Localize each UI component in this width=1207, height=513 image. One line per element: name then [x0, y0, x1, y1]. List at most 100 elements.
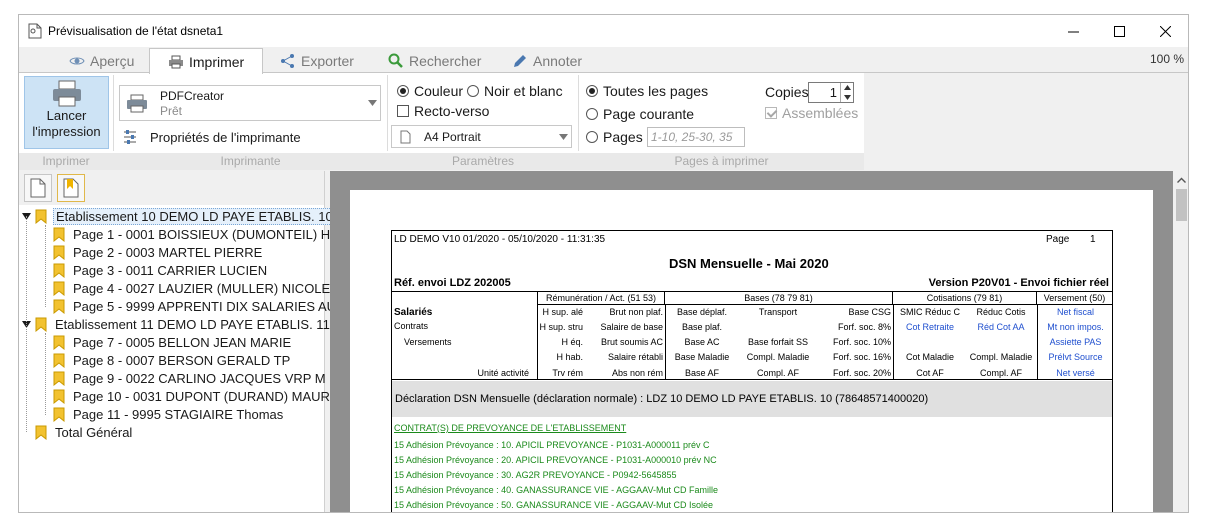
tree-node-page[interactable]: Page 7 - 0005 BELLON JEAN MARIE	[53, 333, 293, 351]
tab-rechercher[interactable]: Rechercher	[388, 48, 481, 73]
label-versements: Versements	[404, 337, 452, 347]
close-icon	[1159, 25, 1171, 37]
report-col-cell: Forf. soc. 16%	[832, 352, 891, 362]
report-col-cell: Transport	[758, 307, 798, 317]
group-separator	[578, 75, 579, 151]
collate-label: Assemblées	[782, 105, 859, 121]
paper-select[interactable]: A4 Portrait	[391, 125, 572, 148]
bw-radio[interactable]: Noir et blanc	[467, 83, 563, 99]
radio-dot	[467, 85, 479, 97]
tab-apercu[interactable]: Aperçu	[69, 48, 134, 73]
tree-node-page[interactable]: Page 11 - 9995 STAGIAIRE Thomas	[53, 405, 285, 423]
report-col-cell: Abs non rém	[611, 368, 663, 378]
printer-status: Prêt	[160, 104, 183, 118]
radio-dot	[397, 85, 409, 97]
report-page-label: Page	[1046, 234, 1070, 245]
tree-connector	[45, 225, 46, 307]
report-col-cell: H sup. stru	[539, 322, 583, 332]
bookmark-icon	[53, 263, 65, 278]
copies-label: Copies	[765, 84, 809, 100]
printer-icon	[127, 94, 147, 113]
start-print-button[interactable]: Lancer l'impression	[24, 76, 109, 149]
page-thumbnail-button[interactable]	[24, 174, 52, 202]
bookmark-icon	[53, 407, 65, 422]
page-icon	[400, 130, 411, 144]
report-col-cell: SMIC Réduc C	[899, 307, 961, 317]
tree-node-label: Page 8 - 0007 BERSON GERALD TP	[73, 352, 291, 368]
scroll-thumb[interactable]	[1176, 189, 1187, 221]
pages-range-input[interactable]: 1-10, 25-30, 35	[647, 127, 745, 147]
close-button[interactable]	[1142, 15, 1188, 47]
tree-node-page[interactable]: Page 10 - 0031 DUPONT (DURAND) MAUR	[53, 387, 332, 405]
report-col-cell: Assiette PAS	[1049, 337, 1102, 347]
copies-stepper[interactable]: 1	[808, 82, 854, 103]
tree-node-etab-11[interactable]: Etablissement 11 DEMO LD PAYE ETABLIS. 1…	[22, 315, 332, 333]
col-header-versement-text: Versement (50)	[1043, 293, 1106, 303]
tab-imprimer[interactable]: Imprimer	[149, 48, 263, 74]
window-title: Prévisualisation de l'état dsneta1	[48, 24, 224, 38]
scroll-up-button[interactable]	[1173, 171, 1188, 188]
tree-connector	[26, 216, 27, 432]
current-page-radio[interactable]: Page courante	[586, 106, 694, 122]
report-col-cell: H éq.	[561, 337, 583, 347]
tree-node-label: Etablissement 11 DEMO LD PAYE ETABLIS. 1…	[55, 316, 330, 332]
tree-node-page[interactable]: Page 1 - 0001 BOISSIEUX (DUMONTEIL) HE	[53, 225, 341, 243]
ribbon-group-labels: Imprimer Imprimante Paramètres Pages à i…	[19, 153, 864, 170]
page-preview-area[interactable]: LD DEMO V10 01/2020 - 05/10/2020 - 11:31…	[330, 171, 1188, 512]
start-print-line1: Lancer	[46, 108, 87, 123]
share-icon	[281, 53, 294, 68]
tab-rechercher-label: Rechercher	[409, 52, 482, 69]
vertical-scrollbar[interactable]	[1173, 171, 1188, 512]
group-label-print: Imprimer	[42, 154, 90, 168]
report-col-cell: H sup. alé	[542, 307, 583, 317]
tree-node-page[interactable]: Page 4 - 0027 LAUZIER (MULLER) NICOLE	[53, 279, 332, 297]
tab-exporter[interactable]: Exporter	[280, 48, 354, 73]
tree-node-page[interactable]: Page 8 - 0007 BERSON GERALD TP	[53, 351, 292, 369]
spin-buttons[interactable]	[840, 83, 853, 102]
duplex-checkbox[interactable]: Recto-verso	[397, 103, 489, 119]
tree-node-page[interactable]: Page 5 - 9999 APPRENTI DIX SALARIES AU	[53, 297, 338, 315]
report-header-left: LD DEMO V10 01/2020 - 05/10/2020 - 11:31…	[394, 234, 606, 245]
maximize-button[interactable]	[1096, 15, 1142, 47]
report-col-cell: Compl. Maladie	[969, 352, 1033, 362]
color-label: Couleur	[414, 83, 464, 99]
pages-radio[interactable]: Pages	[586, 129, 643, 145]
report-col-cell: H hab.	[556, 352, 583, 362]
current-page-label: Page courante	[603, 106, 695, 122]
group-label-pages: Pages à imprimer	[674, 154, 769, 168]
printer-properties-button[interactable]: Propriétés de l'imprimante	[122, 129, 301, 145]
report-col-cell: Net fiscal	[1056, 307, 1094, 317]
report-col-cell: Base forfait SS	[747, 337, 809, 347]
tree-node-etab-10[interactable]: Etablissement 10 DEMO LD PAYE ETABLIS. 1…	[22, 207, 336, 225]
tree-node-label: Page 5 - 9999 APPRENTI DIX SALARIES AU	[73, 298, 337, 314]
bookmark-icon	[35, 425, 47, 440]
bookmarks-button[interactable]	[57, 174, 85, 202]
tree-node-page[interactable]: Page 2 - 0003 MARTEL PIERRE	[53, 243, 264, 261]
all-pages-radio[interactable]: Toutes les pages	[586, 83, 708, 99]
report-frame: LD DEMO V10 01/2020 - 05/10/2020 - 11:31…	[391, 230, 1113, 512]
printer-select[interactable]: PDFCreator Prêt	[119, 85, 381, 121]
tree-node-page[interactable]: Page 3 - 0011 CARRIER LUCIEN	[53, 261, 269, 279]
minimize-button[interactable]	[1050, 15, 1096, 47]
report-col-cell: Brut non plaf.	[609, 307, 663, 317]
bookmark-icon	[53, 227, 65, 242]
collate-checkbox[interactable]: Assemblées	[765, 105, 858, 121]
tree-node-label: Etablissement 10 DEMO LD PAYE ETABLIS. 1…	[53, 207, 336, 225]
report-version: Version P20V01 - Envoi fichier réel	[928, 277, 1109, 289]
all-pages-label: Toutes les pages	[603, 83, 709, 99]
printer-icon	[169, 55, 183, 68]
preview-window: Prévisualisation de l'état dsneta1 Aperç…	[18, 14, 1189, 513]
color-radio[interactable]: Couleur	[397, 83, 463, 99]
tree-node-page[interactable]: Page 9 - 0022 CARLINO JACQUES VRP M	[53, 369, 328, 387]
contract-line: 15 Adhésion Prévoyance : 10. APICIL PREV…	[394, 440, 710, 450]
radio-dot	[586, 85, 598, 97]
contract-line: 15 Adhésion Prévoyance : 30. AG2R PREVOY…	[394, 470, 677, 480]
report-col-cell: Cot AF	[916, 368, 944, 378]
radio-dot	[586, 131, 598, 143]
printer-properties-label: Propriétés de l'imprimante	[150, 129, 301, 145]
document-icon	[28, 23, 42, 39]
col-divider	[665, 305, 666, 379]
tab-annoter[interactable]: Annoter	[512, 48, 582, 73]
tree-node-total[interactable]: Total Général	[35, 423, 134, 441]
label-unite-activite: Unité activité	[477, 368, 529, 378]
